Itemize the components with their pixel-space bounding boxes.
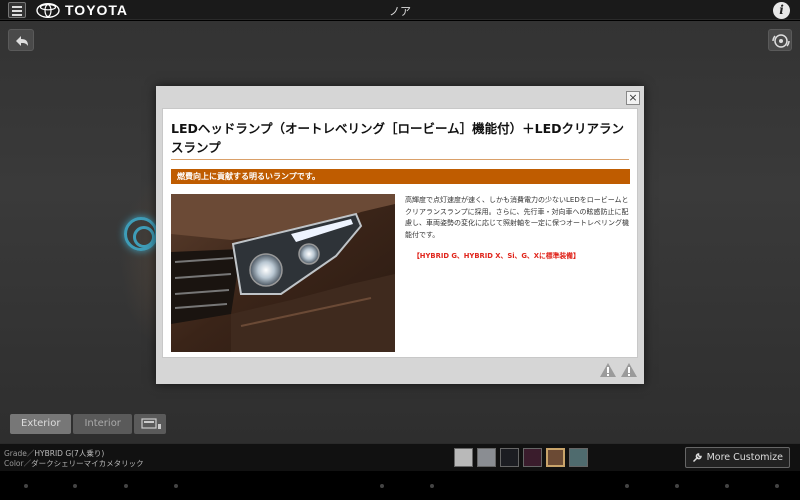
warning-icon: [600, 363, 616, 377]
footer-dot: [380, 484, 384, 488]
back-button[interactable]: [8, 29, 34, 51]
grade-value: HYBRID G(7人乗り): [34, 449, 105, 458]
dialog-title: LEDヘッドランプ（オートレベリング［ロービーム］機能付）＋LEDクリアランスラ…: [171, 121, 625, 155]
page-title: ノア: [389, 5, 411, 18]
headlamp-image: [171, 194, 395, 352]
close-button[interactable]: ×: [626, 91, 640, 105]
title-divider: [171, 159, 629, 160]
color-swatch[interactable]: [546, 448, 565, 467]
tab-exterior[interactable]: Exterior: [10, 414, 72, 434]
footer-dot: [725, 484, 729, 488]
feature-subtitle: 燃費向上に貢献する明るいランプです。: [171, 169, 630, 184]
top-bar: TOYOTA ノア i: [0, 0, 800, 20]
back-arrow-icon: [16, 36, 28, 46]
feature-description: 高輝度で点灯速度が速く、しかも消費電力の少ないLEDをロービームとクリアランスラ…: [405, 196, 629, 239]
footer-dot: [73, 484, 77, 488]
feature-dialog: × LEDヘッドランプ（オートレベリング［ロービーム］機能付）＋LEDクリアラン…: [156, 86, 644, 384]
wrench-icon: [692, 453, 702, 463]
more-customize-label: More Customize: [706, 452, 783, 463]
headlamp-photo: [171, 194, 395, 352]
color-swatch[interactable]: [454, 448, 473, 467]
rotate-icon: [772, 34, 790, 48]
tab-interior[interactable]: Interior: [73, 414, 132, 434]
headlamp-hotspot[interactable]: [124, 217, 158, 251]
color-value: ダークシェリーマイカメタリック: [31, 459, 144, 468]
color-swatch[interactable]: [477, 448, 496, 467]
color-label: Color／: [4, 459, 32, 468]
more-customize-button[interactable]: More Customize: [684, 447, 790, 468]
footer-dot: [675, 484, 679, 488]
info-icon[interactable]: i: [773, 2, 790, 19]
rotate-button[interactable]: [768, 29, 792, 51]
view-tabs: Exterior Interior: [10, 414, 132, 434]
color-info: Color／ダークシェリーマイカメタリック: [4, 458, 144, 469]
warning-icon: [621, 363, 637, 377]
color-swatch[interactable]: [500, 448, 519, 467]
standard-equipment-note: 【HYBRID G、HYBRID X、Si、G、Xに標準装備】: [413, 252, 580, 260]
footer-dot: [430, 484, 434, 488]
car-view-icon: [141, 418, 161, 429]
view-mode-button[interactable]: [134, 414, 166, 434]
footer-dot: [775, 484, 779, 488]
footer-dot: [124, 484, 128, 488]
footer-dot: [174, 484, 178, 488]
color-swatches: [454, 448, 588, 467]
warning-icons: [599, 362, 638, 378]
footer-dot: [24, 484, 28, 488]
footer-dot: [625, 484, 629, 488]
grade-label: Grade／: [4, 449, 35, 458]
bottom-bar: Grade／HYBRID G(7人乗り) Color／ダークシェリーマイカメタリ…: [0, 443, 800, 471]
footer-bar: [0, 471, 800, 500]
color-swatch[interactable]: [523, 448, 542, 467]
dialog-content: LEDヘッドランプ（オートレベリング［ロービーム］機能付）＋LEDクリアランスラ…: [162, 108, 638, 358]
color-swatch[interactable]: [569, 448, 588, 467]
